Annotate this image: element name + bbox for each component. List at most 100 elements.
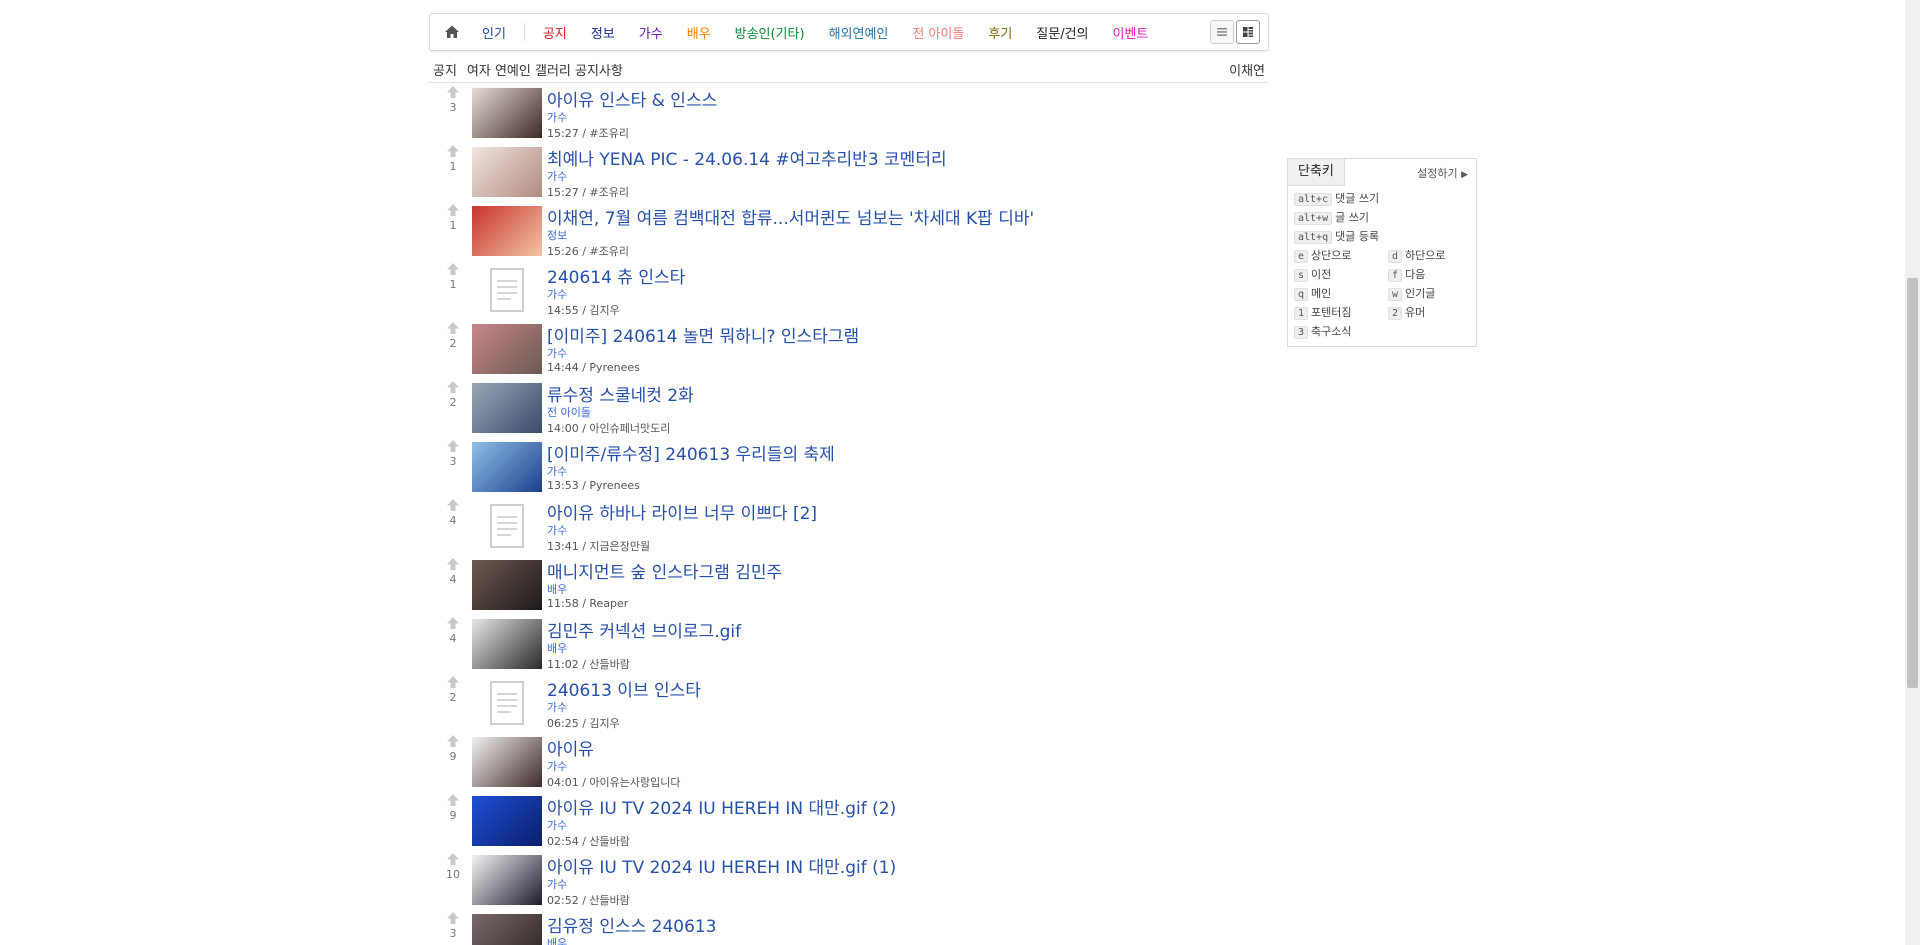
post-thumbnail[interactable]: [472, 855, 542, 905]
upvote-block: 2: [439, 674, 467, 704]
post-category[interactable]: 가수: [547, 876, 567, 892]
post-thumbnail[interactable]: [472, 796, 542, 846]
upvote-arrow-icon[interactable]: [446, 144, 460, 158]
post-thumbnail[interactable]: [472, 206, 542, 256]
post-category[interactable]: 배우: [547, 640, 567, 656]
post-category[interactable]: 배우: [547, 581, 567, 597]
nav-item-singer[interactable]: 가수: [639, 23, 663, 42]
upvote-arrow-icon[interactable]: [446, 557, 460, 571]
upvote-arrow-icon[interactable]: [446, 321, 460, 335]
nav-item-former-idol[interactable]: 전 아이돌: [912, 23, 964, 42]
upvote-arrow-icon[interactable]: [446, 498, 460, 512]
nav-item-event[interactable]: 이벤트: [1113, 23, 1149, 42]
list-item: 2 240613 이브 인스타 가수 06:25 / 김지우: [429, 674, 1269, 733]
post-title-link[interactable]: 최예나 YENA PIC - 24.06.14 #여고추리반3 코멘터리: [547, 145, 947, 170]
upvote-arrow-icon[interactable]: [446, 852, 460, 866]
upvote-block: 4: [439, 556, 467, 586]
list-item: 9 아이유 IU TV 2024 IU HEREH IN 대만.gif (2) 가수…: [429, 792, 1269, 851]
vote-count: 3: [449, 101, 457, 114]
nav-item-actor[interactable]: 배우: [687, 23, 711, 42]
list-item: 4 아이유 하바나 라이브 너무 이쁘다 [2] 가수 13:41 / 지금은장만월: [429, 497, 1269, 556]
post-title-link[interactable]: 아이유 IU TV 2024 IU HEREH IN 대만.gif (2): [547, 794, 896, 819]
post-category[interactable]: 가수: [547, 758, 567, 774]
upvote-arrow-icon[interactable]: [446, 380, 460, 394]
post-meta: 14:00 / 아인슈페너맛도리: [547, 422, 671, 435]
post-thumbnail[interactable]: [472, 88, 542, 138]
upvote-arrow-icon[interactable]: [446, 203, 460, 217]
upvote-block: 1: [439, 143, 467, 173]
post-category[interactable]: 가수: [547, 699, 567, 715]
upvote-arrow-icon[interactable]: [446, 616, 460, 630]
post-category[interactable]: 가수: [547, 522, 567, 538]
nav-item-notice[interactable]: 공지: [543, 23, 567, 42]
upvote-arrow-icon[interactable]: [446, 85, 460, 99]
nav-item-overseas[interactable]: 해외연예인: [829, 23, 889, 42]
nav-item-info[interactable]: 정보: [591, 23, 615, 42]
shortcut-item: s 이전: [1294, 266, 1331, 282]
shortcut-desc: 댓글 쓰기: [1335, 192, 1380, 205]
post-thumbnail[interactable]: [472, 560, 542, 610]
category-nav-bar: 인기 공지 정보 가수 배우 방송인(기타) 해외연예인 전 아이돌 후기 질문…: [429, 13, 1269, 51]
home-icon[interactable]: [444, 24, 460, 40]
upvote-arrow-icon[interactable]: [446, 793, 460, 807]
post-title-link[interactable]: 아이유 인스타 & 인스스: [547, 86, 717, 111]
shortcut-item: alt+w 글 쓰기: [1294, 209, 1369, 225]
post-category[interactable]: 가수: [547, 345, 567, 361]
list-view-button[interactable]: [1210, 20, 1234, 44]
post-title-link[interactable]: 아이유 IU TV 2024 IU HEREH IN 대만.gif (1): [547, 853, 896, 878]
shortcut-desc: 하단으로: [1405, 249, 1446, 262]
post-title-link[interactable]: [이미주/류수정] 240613 우리들의 축제: [547, 440, 835, 465]
post-title-link[interactable]: 240614 츄 인스타: [547, 263, 685, 288]
post-thumbnail[interactable]: [472, 147, 542, 197]
nav-item-review[interactable]: 후기: [988, 23, 1012, 42]
notice-row[interactable]: 공지 여자 연예인 갤러리 공지사항 이채연: [429, 56, 1269, 83]
upvote-arrow-icon[interactable]: [446, 911, 460, 925]
post-thumbnail[interactable]: [472, 324, 542, 374]
post-title-link[interactable]: 240613 이브 인스타: [547, 676, 701, 701]
shortcut-desc: 댓글 등록: [1335, 230, 1380, 243]
nav-item-question[interactable]: 질문/건의: [1036, 23, 1088, 42]
post-title-link[interactable]: 매니지먼트 숲 인스타그램 김민주: [547, 558, 782, 583]
post-thumbnail[interactable]: [472, 442, 542, 492]
post-category[interactable]: 정보: [547, 227, 567, 243]
post-title-link[interactable]: 이채연, 7월 여름 컴백대전 합류...서머퀸도 넘보는 '차세대 K팝 디바…: [547, 204, 1034, 229]
post-meta: 14:55 / 김지우: [547, 304, 620, 317]
post-thumbnail[interactable]: [472, 737, 542, 787]
post-category[interactable]: 가수: [547, 817, 567, 833]
nav-item-popular[interactable]: 인기: [482, 23, 506, 42]
shortcut-settings-link[interactable]: 설정하기 ▶: [1417, 165, 1468, 181]
document-placeholder-icon: [490, 268, 524, 312]
post-title-link[interactable]: 아이유: [547, 735, 594, 760]
post-title-link[interactable]: 아이유 하바나 라이브 너무 이쁘다 [2]: [547, 499, 817, 524]
grid-view-button[interactable]: [1236, 20, 1260, 44]
notice-title[interactable]: 여자 연예인 갤러리 공지사항: [467, 60, 623, 79]
post-title-link[interactable]: 류수정 스쿨네컷 2화: [547, 381, 694, 406]
shortcut-item: 2 유머: [1388, 304, 1425, 320]
post-thumbnail[interactable]: [472, 501, 542, 551]
post-thumbnail[interactable]: [472, 914, 542, 945]
shortcut-key: 2: [1388, 307, 1403, 320]
post-title-link[interactable]: 김민주 커넥션 브이로그.gif: [547, 617, 741, 642]
post-category[interactable]: 가수: [547, 109, 567, 125]
upvote-arrow-icon[interactable]: [446, 262, 460, 276]
post-title-link[interactable]: 김유정 인스스 240613: [547, 912, 717, 937]
nav-item-broadcaster[interactable]: 방송인(기타): [735, 23, 805, 42]
upvote-block: 3: [439, 438, 467, 468]
post-category[interactable]: 가수: [547, 286, 567, 302]
post-thumbnail[interactable]: [472, 619, 542, 669]
post-thumbnail[interactable]: [472, 265, 542, 315]
upvote-block: 10: [439, 851, 467, 881]
post-category[interactable]: 전 아이돌: [547, 404, 591, 420]
post-category[interactable]: 가수: [547, 463, 567, 479]
post-title-link[interactable]: [이미주] 240614 놀면 뭐하니? 인스타그램: [547, 322, 859, 347]
post-thumbnail[interactable]: [472, 383, 542, 433]
upvote-arrow-icon[interactable]: [446, 675, 460, 689]
upvote-arrow-icon[interactable]: [446, 439, 460, 453]
list-item: 4 매니지먼트 숲 인스타그램 김민주 배우 11:58 / Reaper: [429, 556, 1269, 615]
post-category[interactable]: 배우: [547, 935, 567, 945]
post-category[interactable]: 가수: [547, 168, 567, 184]
upvote-arrow-icon[interactable]: [446, 734, 460, 748]
scrollbar-thumb[interactable]: [1907, 278, 1918, 688]
post-thumbnail[interactable]: [472, 678, 542, 728]
list-item: 1 240614 츄 인스타 가수 14:55 / 김지우: [429, 261, 1269, 320]
